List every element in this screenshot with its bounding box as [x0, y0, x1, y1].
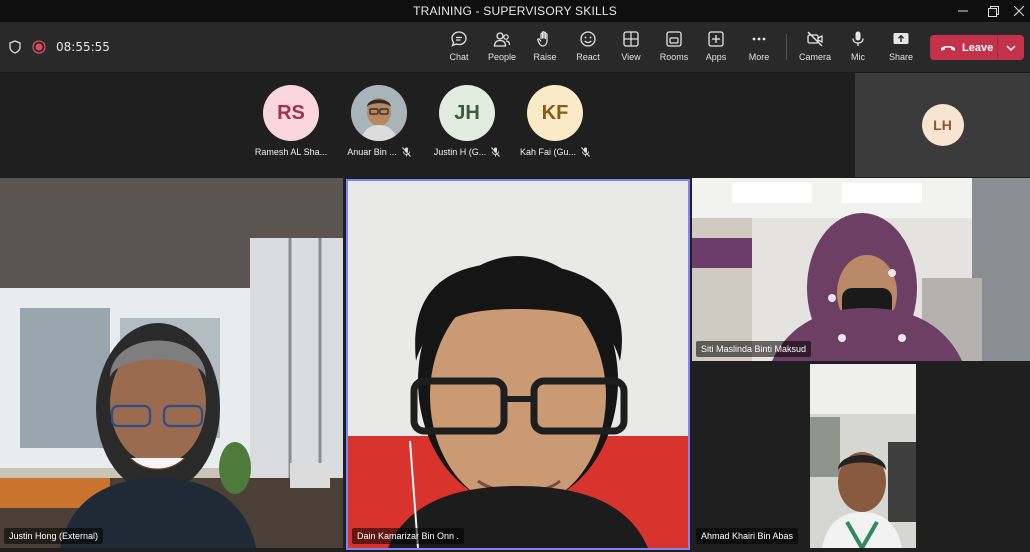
- shield-icon[interactable]: [8, 40, 22, 54]
- avatar: RS: [263, 85, 319, 141]
- participant-name-label: Justin Hong (External): [4, 528, 104, 544]
- mic-label: Mic: [851, 52, 865, 62]
- chat-label: Chat: [449, 52, 469, 62]
- avatar-photo: [351, 85, 407, 141]
- participant-name: Justin H (G...: [433, 147, 487, 157]
- more-button[interactable]: More: [737, 26, 781, 68]
- share-label: Share: [888, 52, 914, 62]
- participant-name: Anuar Bin ...: [347, 147, 397, 157]
- window-title: TRAINING - SUPERVISORY SKILLS: [413, 4, 617, 18]
- leave-options-button[interactable]: [998, 45, 1024, 51]
- video-feed: [0, 178, 343, 548]
- video-tile-ahmad[interactable]: Ahmad Khairi Bin Abas: [692, 362, 1030, 548]
- video-feed: [692, 178, 1030, 361]
- close-button[interactable]: [1004, 0, 1030, 22]
- minimize-button[interactable]: [948, 0, 978, 22]
- camera-button[interactable]: Camera: [793, 26, 837, 68]
- leave-main[interactable]: Leave: [930, 35, 997, 60]
- participant-name-label: Ahmad Khairi Bin Abas: [696, 528, 799, 544]
- camera-label: Camera: [798, 52, 831, 62]
- leave-button[interactable]: Leave: [930, 35, 1024, 60]
- mic-muted-icon: [401, 147, 411, 157]
- title-bar: TRAINING - SUPERVISORY SKILLS: [0, 0, 1030, 22]
- mic-button[interactable]: Mic: [836, 26, 880, 68]
- video-tile-justin-hong[interactable]: Justin Hong (External): [0, 178, 343, 548]
- people-icon: [493, 32, 511, 47]
- close-icon: [1014, 6, 1024, 16]
- participant-anuar[interactable]: Anuar Bin ...: [339, 85, 419, 157]
- chat-button[interactable]: Chat: [437, 26, 481, 68]
- avatar: KF: [527, 85, 583, 141]
- avatar: [351, 85, 407, 141]
- react-button[interactable]: React: [566, 26, 610, 68]
- mic-icon: [852, 31, 864, 46]
- mic-muted-icon: [581, 147, 590, 157]
- participant-name-label: Dain Kamarizar Bin Onn .: [352, 528, 465, 544]
- camera-off-icon: [807, 31, 823, 47]
- avatar: JH: [439, 85, 495, 141]
- participant-kah-fai[interactable]: KF Kah Fai (Gu...: [515, 85, 595, 157]
- participant-justin-h[interactable]: JH Justin H (G...: [427, 85, 507, 157]
- view-label: View: [621, 52, 641, 62]
- participant-name: Ramesh AL Sha...: [254, 147, 328, 157]
- hang-up-icon: [941, 45, 955, 50]
- chevron-down-icon: [1006, 45, 1016, 51]
- participant-ramesh[interactable]: RS Ramesh AL Sha...: [251, 85, 331, 157]
- meeting-toolbar: 08:55:55 Chat People Raise React View Ro…: [0, 22, 1030, 73]
- more-icon: [752, 37, 766, 41]
- apps-label: Apps: [705, 52, 727, 62]
- participant-name-label: Siti Maslinda Binti Maksud: [696, 341, 812, 357]
- raise-hand-button[interactable]: Raise: [523, 26, 567, 68]
- recording-icon: [32, 40, 46, 54]
- video-tile-dain[interactable]: Dain Kamarizar Bin Onn .: [346, 179, 690, 550]
- react-icon: [580, 31, 596, 47]
- people-button[interactable]: People: [480, 26, 524, 68]
- video-tile-siti[interactable]: Siti Maslinda Binti Maksud: [692, 178, 1030, 361]
- share-button[interactable]: Share: [879, 26, 923, 68]
- view-button[interactable]: View: [609, 26, 653, 68]
- people-label: People: [487, 52, 517, 62]
- raise-label: Raise: [533, 52, 557, 62]
- raise-hand-icon: [537, 31, 548, 47]
- rooms-icon: [666, 31, 682, 47]
- chat-icon: [451, 31, 467, 47]
- more-label: More: [748, 52, 770, 62]
- mic-muted-icon: [491, 147, 501, 157]
- view-icon: [623, 31, 639, 47]
- apps-icon: [708, 31, 724, 47]
- meeting-timer: 08:55:55: [56, 40, 110, 54]
- participant-name: Kah Fai (Gu...: [519, 147, 577, 157]
- toolbar-divider: [786, 34, 787, 60]
- self-avatar: LH: [921, 104, 964, 146]
- minimize-icon: [958, 10, 968, 12]
- video-feed: [348, 181, 688, 548]
- rooms-label: Rooms: [659, 52, 689, 62]
- restore-icon: [987, 5, 999, 17]
- rooms-button[interactable]: Rooms: [652, 26, 696, 68]
- leave-label: Leave: [962, 41, 994, 54]
- apps-button[interactable]: Apps: [694, 26, 738, 68]
- participant-strip: RS Ramesh AL Sha... Anuar Bin ... JH Jus…: [0, 73, 855, 177]
- self-view[interactable]: LH: [855, 73, 1030, 177]
- share-icon: [893, 33, 909, 44]
- react-label: React: [576, 52, 600, 62]
- video-feed: [810, 364, 916, 548]
